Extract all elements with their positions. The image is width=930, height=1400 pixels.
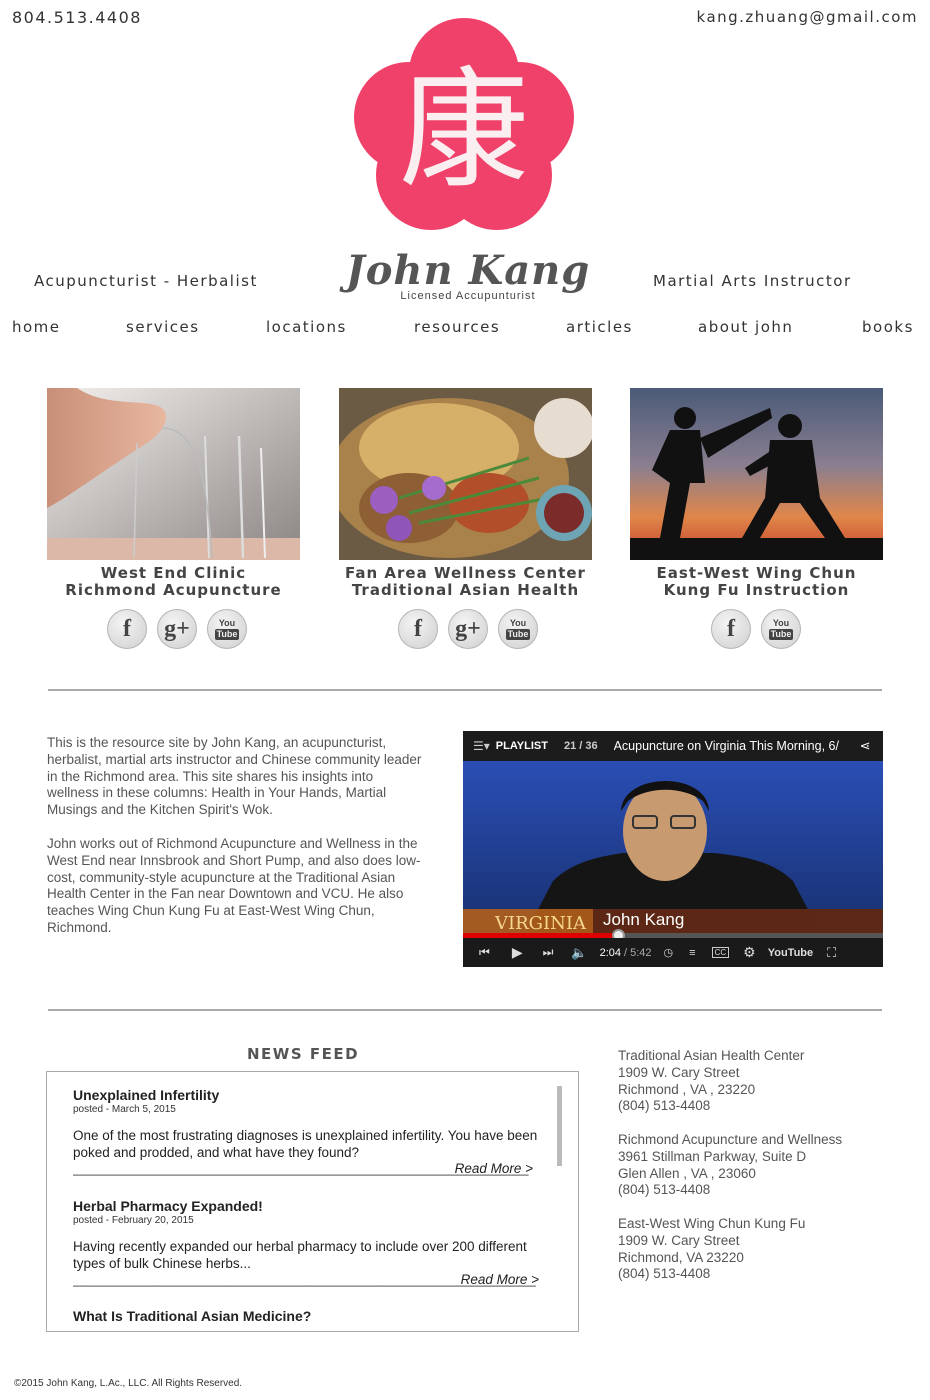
card-title-line-2: Kung Fu Instruction: [663, 581, 850, 599]
nav-item-articles[interactable]: articles: [566, 318, 633, 336]
video-controls: ⏮ ▶ ⏭ 🔈 2:04 / 5:42 ◷ ≡ CC ⚙ YouTube ⛶: [463, 938, 883, 967]
youtube-icon-tube: Tube: [214, 628, 240, 640]
video-title[interactable]: Acupuncture on Virginia This Morning, 6/: [614, 739, 854, 753]
address-block: Traditional Asian Health Center 1909 W. …: [618, 1048, 908, 1115]
youtube-icon-text: You: [772, 617, 790, 628]
nav-item-books[interactable]: books: [862, 318, 914, 336]
news-date: posted - February 20, 2015: [73, 1215, 194, 1226]
google-plus-icon[interactable]: g+: [157, 609, 197, 649]
read-more-link[interactable]: Read More >: [461, 1272, 539, 1287]
card-title-fan-area[interactable]: Fan Area Wellness Center Traditional Asi…: [339, 565, 592, 599]
address-block: Richmond Acupuncture and Wellness 3961 S…: [618, 1132, 908, 1199]
tagline-left: Acupuncturist - Herbalist: [34, 272, 258, 290]
address-city: Glen Allen , VA , 23060: [618, 1165, 756, 1181]
address-phone[interactable]: (804) 513-4408: [618, 1266, 908, 1283]
acupuncture-needles-image[interactable]: [47, 388, 300, 560]
settings-gear-icon[interactable]: ⚙: [743, 944, 756, 961]
playlist-label[interactable]: PLAYLIST: [496, 740, 548, 752]
news-item: Herbal Pharmacy Expanded! posted - Febru…: [73, 1198, 543, 1287]
news-body: One of the most frustrating diagnoses is…: [73, 1128, 538, 1160]
captions-icon[interactable]: CC: [711, 947, 730, 958]
address-phone[interactable]: (804) 513-4408: [618, 1182, 908, 1199]
nav-item-about-john[interactable]: about john: [698, 318, 793, 336]
news-feed-box: Unexplained Infertility posted - March 5…: [46, 1071, 579, 1332]
news-item: What Is Traditional Asian Medicine?: [73, 1308, 543, 1324]
address-name: Richmond Acupuncture and Wellness: [618, 1132, 843, 1147]
news-headline[interactable]: Herbal Pharmacy Expanded!: [73, 1198, 543, 1214]
nav-item-home[interactable]: home: [12, 318, 61, 336]
youtube-icon[interactable]: You Tube: [207, 609, 247, 649]
chinese-herbs-image[interactable]: [339, 388, 592, 560]
brand-subtitle: Licensed Accupunturist: [400, 290, 536, 302]
share-icon[interactable]: ⋖: [860, 738, 871, 754]
volume-icon[interactable]: 🔈: [571, 945, 587, 961]
watch-later-icon[interactable]: ◷: [664, 946, 674, 959]
time-total: / 5:42: [624, 946, 652, 959]
lower-third-name: John Kang: [603, 910, 684, 929]
nav-item-services[interactable]: services: [126, 318, 200, 336]
kung-fu-silhouette-image[interactable]: [630, 388, 883, 560]
address-name: Traditional Asian Health Center: [618, 1048, 805, 1063]
youtube-video-player[interactable]: VIRGINIA John Kang ☰▾ PLAYLIST 21 / 36 A…: [463, 731, 883, 967]
address-name: East-West Wing Chun Kung Fu: [618, 1216, 806, 1231]
email-link[interactable]: kang.zhuang@gmail.com: [697, 8, 918, 26]
copyright-text: ©2015 John Kang, L.Ac., LLC. All Rights …: [14, 1378, 243, 1389]
news-item: Unexplained Infertility posted - March 5…: [73, 1087, 543, 1176]
address-city: Richmond, VA 23220: [618, 1249, 744, 1265]
news-feed-scrollbar[interactable]: [557, 1086, 562, 1166]
card-title-line-2: Richmond Acupuncture: [65, 581, 282, 599]
logo-glyph: 康: [399, 54, 529, 206]
read-more-link[interactable]: Read More >: [455, 1161, 533, 1176]
brand-name: John Kang: [345, 247, 591, 294]
divider: [48, 1009, 882, 1011]
news-headline[interactable]: What Is Traditional Asian Medicine?: [73, 1308, 543, 1324]
intro-paragraph-1: This is the resource site by John Kang, …: [47, 735, 422, 818]
card-title-east-west[interactable]: East-West Wing Chun Kung Fu Instruction: [630, 565, 883, 599]
nav-item-resources[interactable]: resources: [414, 318, 500, 336]
card-title-line-1: Fan Area Wellness Center: [345, 564, 586, 582]
card-title-line-2: Traditional Asian Health: [351, 581, 580, 599]
youtube-icon[interactable]: You Tube: [761, 609, 801, 649]
card-title-west-end[interactable]: West End Clinic Richmond Acupuncture: [47, 565, 300, 599]
facebook-icon[interactable]: f: [398, 609, 438, 649]
phone-number[interactable]: 804.513.4408: [12, 8, 142, 27]
logo-flower-icon[interactable]: 康: [353, 15, 575, 231]
address-street: 1909 W. Cary Street: [618, 1232, 740, 1248]
facebook-icon[interactable]: f: [107, 609, 147, 649]
news-body: Having recently expanded our herbal phar…: [73, 1239, 527, 1271]
news-headline[interactable]: Unexplained Infertility: [73, 1087, 543, 1103]
address-phone[interactable]: (804) 513-4408: [618, 1098, 908, 1115]
address-block: East-West Wing Chun Kung Fu 1909 W. Cary…: [618, 1216, 908, 1283]
address-city: Richmond , VA , 23220: [618, 1081, 756, 1097]
card-title-line-1: East-West Wing Chun: [656, 564, 857, 582]
address-street: 3961 Stillman Parkway, Suite D: [618, 1148, 807, 1164]
play-icon[interactable]: ▶: [512, 944, 523, 961]
tagline-right: Martial Arts Instructor: [653, 272, 852, 290]
google-plus-icon[interactable]: g+: [448, 609, 488, 649]
next-icon[interactable]: ⏭: [543, 945, 554, 960]
previous-icon[interactable]: ⏮: [479, 945, 490, 960]
youtube-logo[interactable]: YouTube: [768, 947, 813, 959]
intro-paragraph-2: John works out of Richmond Acupuncture a…: [47, 836, 421, 935]
fullscreen-icon[interactable]: ⛶: [827, 945, 836, 961]
time-current: 2:04: [599, 946, 622, 959]
nav-item-locations[interactable]: locations: [266, 318, 347, 336]
playlist-position: 21 / 36: [563, 740, 598, 752]
youtube-icon-tube: Tube: [505, 628, 531, 640]
video-playlist-bar: ☰▾ PLAYLIST 21 / 36 Acupuncture on Virgi…: [463, 731, 883, 761]
lower-third-station: VIRGINIA: [494, 913, 587, 934]
news-date: posted - March 5, 2015: [73, 1104, 176, 1115]
youtube-icon-text: You: [509, 617, 527, 628]
playlist-menu-icon[interactable]: ☰▾: [473, 739, 490, 753]
youtube-icon-text: You: [218, 617, 236, 628]
address-street: 1909 W. Cary Street: [618, 1064, 740, 1080]
news-feed-heading: NEWS FEED: [246, 1045, 360, 1063]
youtube-icon-tube: Tube: [768, 628, 794, 640]
playlist-icon[interactable]: ≡: [689, 947, 695, 959]
card-title-line-1: West End Clinic: [100, 564, 247, 582]
facebook-icon[interactable]: f: [711, 609, 751, 649]
divider: [48, 689, 882, 691]
youtube-icon[interactable]: You Tube: [498, 609, 538, 649]
